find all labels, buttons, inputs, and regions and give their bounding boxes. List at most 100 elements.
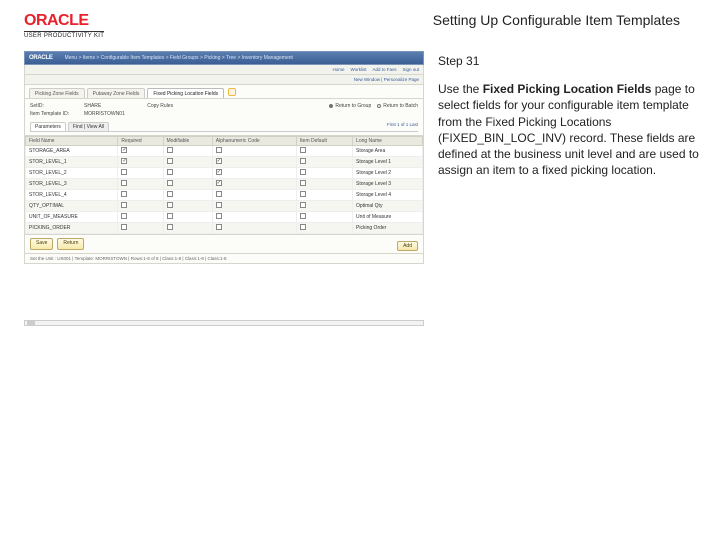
toolbar-link-worklist[interactable]: Worklist xyxy=(351,67,367,72)
checkbox-cell[interactable] xyxy=(212,201,296,212)
checkbox-cell[interactable] xyxy=(163,146,212,157)
long-name-cell: Unit of Measure xyxy=(353,212,423,223)
checkbox-icon[interactable] xyxy=(167,224,173,230)
checkbox-cell[interactable] xyxy=(163,212,212,223)
checkbox-cell[interactable] xyxy=(296,157,352,168)
checkbox-icon[interactable] xyxy=(300,213,306,219)
checkbox-icon[interactable] xyxy=(216,191,222,197)
checkbox-icon[interactable] xyxy=(300,224,306,230)
long-name-cell: Optimal Qty xyxy=(353,201,423,212)
checkbox-icon[interactable] xyxy=(167,147,173,153)
subtab-findview[interactable]: Find | View All xyxy=(68,122,109,131)
long-name-cell: Storage Level 3 xyxy=(353,179,423,190)
return-group-radio[interactable]: Return to Group xyxy=(329,103,371,109)
checkbox-icon[interactable] xyxy=(216,213,222,219)
checkbox-cell[interactable] xyxy=(118,223,163,234)
checkbox-cell[interactable] xyxy=(163,168,212,179)
checkbox-cell[interactable] xyxy=(212,157,296,168)
checkbox-cell[interactable] xyxy=(296,212,352,223)
checkbox-icon[interactable] xyxy=(300,180,306,186)
find-nav[interactable]: First 1 of 1 Last xyxy=(387,122,418,131)
tab-picking-zone[interactable]: Picking Zone Fields xyxy=(29,88,85,98)
checkbox-icon[interactable] xyxy=(300,147,306,153)
toolbar-link-signout[interactable]: Sign out xyxy=(402,67,419,72)
checkbox-cell[interactable] xyxy=(212,146,296,157)
checkbox-cell[interactable] xyxy=(118,201,163,212)
copy-rules-link[interactable]: Copy Rules xyxy=(147,103,173,109)
app-header-bar: ORACLE Menu > Items > Configurable Item … xyxy=(24,51,424,65)
checkbox-cell[interactable] xyxy=(118,190,163,201)
field-name-cell: STOR_LEVEL_4 xyxy=(26,190,118,201)
checkbox-icon[interactable] xyxy=(167,191,173,197)
toolbar-link-home[interactable]: Home xyxy=(333,67,345,72)
checkbox-icon[interactable] xyxy=(300,158,306,164)
save-button[interactable]: Save xyxy=(30,238,53,250)
return-button[interactable]: Return xyxy=(57,238,84,250)
checkbox-cell[interactable] xyxy=(163,179,212,190)
checkbox-icon[interactable] xyxy=(121,224,127,230)
checkbox-cell[interactable] xyxy=(118,168,163,179)
checkbox-cell[interactable] xyxy=(296,168,352,179)
checkbox-icon[interactable] xyxy=(300,191,306,197)
long-name-cell: Storage Level 1 xyxy=(353,157,423,168)
table-row: UNIT_OF_MEASUREUnit of Measure xyxy=(26,212,423,223)
new-window-link[interactable]: New Window | Personalize Page xyxy=(354,77,419,82)
checkbox-cell[interactable] xyxy=(118,157,163,168)
long-name-cell: Storage Level 4 xyxy=(353,190,423,201)
checkbox-icon[interactable] xyxy=(216,180,222,186)
field-name-cell: STOR_LEVEL_3 xyxy=(26,179,118,190)
checkbox-cell[interactable] xyxy=(296,223,352,234)
checkbox-cell[interactable] xyxy=(118,212,163,223)
tab-fixed-picking[interactable]: Fixed Picking Location Fields xyxy=(147,88,224,98)
checkbox-icon[interactable] xyxy=(167,213,173,219)
checkbox-cell[interactable] xyxy=(296,179,352,190)
checkbox-cell[interactable] xyxy=(163,201,212,212)
checkbox-icon[interactable] xyxy=(121,213,127,219)
checkbox-cell[interactable] xyxy=(296,190,352,201)
checkbox-cell[interactable] xyxy=(212,190,296,201)
field-name-cell: STOR_LEVEL_2 xyxy=(26,168,118,179)
logo-text: ORACLE xyxy=(24,12,104,30)
checkbox-cell[interactable] xyxy=(212,223,296,234)
checkbox-icon[interactable] xyxy=(216,202,222,208)
checkbox-icon[interactable] xyxy=(300,202,306,208)
field-name-cell: STORAGE_AREA xyxy=(26,146,118,157)
checkbox-icon[interactable] xyxy=(121,202,127,208)
checkbox-icon[interactable] xyxy=(121,158,127,164)
checkbox-cell[interactable] xyxy=(118,179,163,190)
checkbox-icon[interactable] xyxy=(121,191,127,197)
checkbox-icon[interactable] xyxy=(167,202,173,208)
checkbox-cell[interactable] xyxy=(163,157,212,168)
checkbox-icon[interactable] xyxy=(216,169,222,175)
checkbox-cell[interactable] xyxy=(212,168,296,179)
tab-putaway-zone[interactable]: Putaway Zone Fields xyxy=(87,88,146,98)
checkbox-cell[interactable] xyxy=(163,190,212,201)
horizontal-scrollbar[interactable] xyxy=(24,320,424,326)
checkbox-icon[interactable] xyxy=(121,169,127,175)
checkbox-icon[interactable] xyxy=(216,224,222,230)
checkbox-icon[interactable] xyxy=(216,147,222,153)
checkbox-icon[interactable] xyxy=(167,169,173,175)
subtab-parameters[interactable]: Parameters xyxy=(30,122,66,131)
checkbox-icon[interactable] xyxy=(121,147,127,153)
return-batch-radio[interactable]: Return to Batch xyxy=(377,103,418,109)
long-name-cell: Storage Area xyxy=(353,146,423,157)
checkbox-cell[interactable] xyxy=(296,201,352,212)
table-row: STORAGE_AREA Storage Area xyxy=(26,146,423,157)
col-header: Required xyxy=(118,137,163,146)
checkbox-cell[interactable] xyxy=(163,223,212,234)
checkbox-icon[interactable] xyxy=(300,169,306,175)
add-button[interactable]: Add xyxy=(397,241,418,251)
checkbox-icon[interactable] xyxy=(121,180,127,186)
checkbox-icon[interactable] xyxy=(216,158,222,164)
checkbox-icon[interactable] xyxy=(167,180,173,186)
status-line: Set the Unit : US001 | Template: MORRIST… xyxy=(24,254,424,264)
long-name-cell: Storage Level 2 xyxy=(353,168,423,179)
checkbox-icon[interactable] xyxy=(167,158,173,164)
toolbar-link-favs[interactable]: Add to Favs xyxy=(372,67,396,72)
instruction-text: Use the Fixed Picking Location Fields pa… xyxy=(438,81,700,178)
checkbox-cell[interactable] xyxy=(212,179,296,190)
checkbox-cell[interactable] xyxy=(118,146,163,157)
checkbox-cell[interactable] xyxy=(296,146,352,157)
checkbox-cell[interactable] xyxy=(212,212,296,223)
